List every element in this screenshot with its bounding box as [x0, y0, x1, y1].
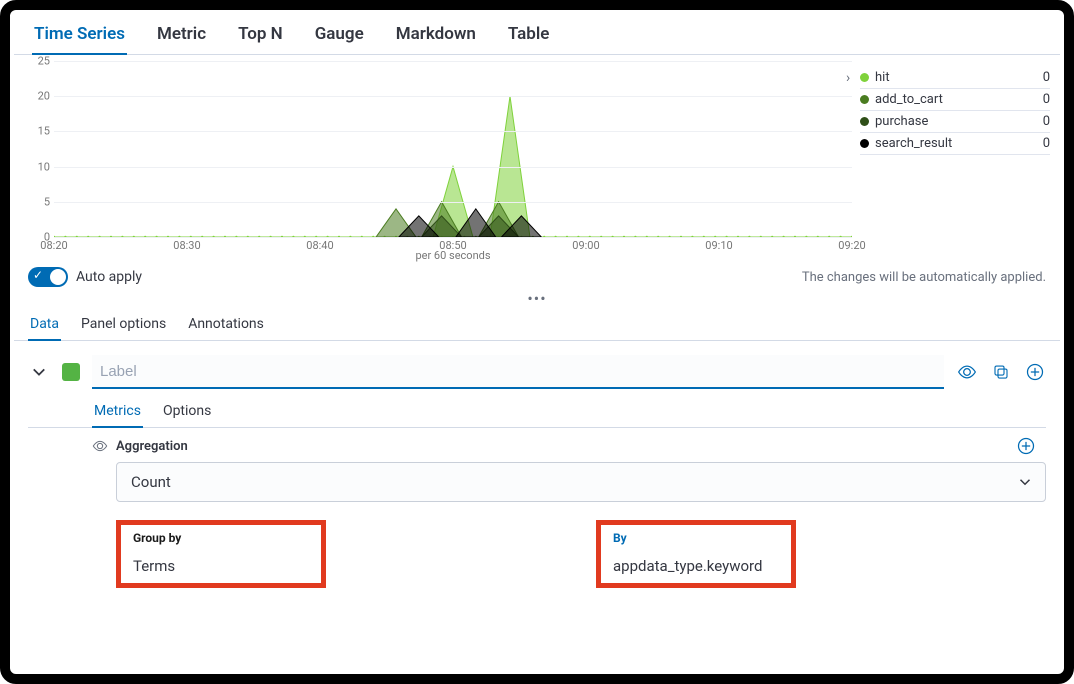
tab-gauge[interactable]: Gauge [313, 20, 366, 54]
legend-dot-icon [860, 73, 869, 82]
tab-time-series[interactable]: Time Series [32, 20, 127, 54]
tab-markdown[interactable]: Markdown [394, 20, 478, 54]
legend-label: purchase [875, 114, 928, 129]
aggregation-value: Count [131, 473, 171, 491]
series-label-input[interactable] [92, 355, 944, 389]
legend-item[interactable]: add_to_cart 0 [860, 89, 1050, 111]
aggregation-heading: Aggregation [116, 439, 188, 454]
clear-field-button[interactable]: ✕ [981, 563, 999, 581]
chart-legend[interactable]: hit 0 add_to_cart 0 purchase 0 search_result 0 [860, 67, 1050, 261]
aggregation-visibility-icon[interactable] [92, 438, 108, 454]
add-aggregation-button[interactable] [1016, 436, 1036, 456]
legend-value: 0 [1043, 136, 1050, 151]
add-series-button[interactable] [1024, 361, 1046, 383]
by-field-select-inner[interactable]: appdata_type.keyword [605, 551, 787, 577]
legend-label: hit [875, 70, 890, 85]
legend-value: 0 [1043, 92, 1050, 107]
aggregation-select[interactable]: Count [116, 462, 1046, 502]
clone-series-button[interactable] [990, 361, 1012, 383]
x-tick: 08:30 [173, 239, 200, 252]
x-tick: 08:40 [306, 239, 333, 252]
chevron-down-icon [1009, 566, 1021, 578]
chevron-down-icon [1019, 476, 1031, 488]
tab-metric[interactable]: Metric [155, 20, 208, 54]
collapse-series-button[interactable] [28, 361, 50, 383]
x-tick: 08:20 [40, 239, 67, 252]
legend-label: add_to_cart [875, 92, 943, 107]
plus-circle-icon [1016, 436, 1036, 456]
legend-item[interactable]: search_result 0 [860, 133, 1050, 155]
y-tick: 10 [38, 160, 50, 173]
legend-dot-icon [860, 95, 869, 104]
y-tick: 15 [38, 125, 50, 138]
auto-apply-toggle[interactable] [28, 267, 68, 287]
subtab-panel-options[interactable]: Panel options [79, 312, 168, 340]
eye-icon [957, 362, 977, 382]
subtab-data[interactable]: Data [28, 312, 61, 340]
legend-value: 0 [1043, 70, 1050, 85]
tab-table[interactable]: Table [506, 20, 552, 54]
subtab-annotations[interactable]: Annotations [186, 312, 266, 340]
time-series-chart[interactable]: 0510152025 per 60 seconds 08:2008:3008:4… [24, 61, 852, 261]
auto-apply-hint: The changes will be automatically applie… [802, 270, 1046, 285]
plus-circle-icon [1025, 362, 1045, 382]
tab-top-n[interactable]: Top N [236, 20, 285, 54]
eye-icon [92, 438, 108, 454]
x-tick: 08:50 [439, 239, 466, 252]
y-tick: 25 [38, 55, 50, 68]
by-heading: By [605, 527, 787, 545]
toggle-visibility-button[interactable] [956, 361, 978, 383]
series-color-swatch[interactable] [62, 363, 80, 381]
inner-tab-options[interactable]: Options [161, 399, 213, 427]
chevron-down-icon [529, 566, 541, 578]
chevron-down-icon [32, 365, 46, 379]
auto-apply-label: Auto apply [76, 269, 142, 285]
legend-item[interactable]: purchase 0 [860, 111, 1050, 133]
legend-dot-icon [860, 117, 869, 126]
visualization-type-tabs: Time Series Metric Top N Gauge Markdown … [14, 14, 1060, 55]
drag-handle-icon[interactable]: ••• [14, 287, 1060, 312]
y-tick: 5 [44, 195, 50, 208]
legend-dot-icon [860, 139, 869, 148]
legend-label: search_result [875, 136, 952, 151]
x-tick: 09:10 [705, 239, 732, 252]
inner-tab-metrics[interactable]: Metrics [92, 399, 143, 427]
legend-value: 0 [1043, 114, 1050, 129]
group-by-heading: Group by [125, 527, 317, 545]
copy-icon [992, 363, 1010, 381]
config-tabs: Data Panel options Annotations [14, 312, 1060, 341]
y-tick: 20 [38, 90, 50, 103]
x-tick: 09:00 [572, 239, 599, 252]
legend-item[interactable]: hit 0 [860, 67, 1050, 89]
group-by-select-inner[interactable]: Terms [125, 551, 325, 577]
